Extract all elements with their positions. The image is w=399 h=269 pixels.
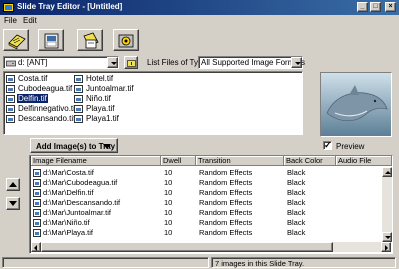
image-file-icon bbox=[74, 115, 83, 123]
menu-bar: File Edit bbox=[0, 15, 399, 26]
image-file-icon bbox=[74, 85, 83, 93]
column-header-filename[interactable]: Image Filename bbox=[31, 156, 161, 166]
image-file-icon bbox=[33, 189, 41, 197]
image-file-icon bbox=[74, 105, 83, 113]
close-button[interactable]: × bbox=[385, 2, 396, 12]
move-up-button[interactable] bbox=[6, 178, 20, 191]
dolphin-image bbox=[321, 73, 391, 136]
drive-select[interactable]: d: [ANT] bbox=[3, 56, 119, 69]
image-file-icon bbox=[74, 75, 83, 83]
image-file-icon bbox=[6, 95, 15, 103]
horizontal-scrollbar[interactable] bbox=[31, 242, 391, 252]
open-tray-button[interactable] bbox=[38, 29, 64, 51]
menu-file[interactable]: File bbox=[4, 16, 17, 25]
image-file-icon bbox=[33, 169, 41, 177]
scroll-up-button[interactable] bbox=[382, 167, 392, 177]
column-header-dwell[interactable]: Dwell bbox=[161, 156, 196, 166]
minimize-button[interactable]: _ bbox=[357, 2, 368, 12]
up-folder-button[interactable] bbox=[124, 56, 138, 69]
status-text: 7 images in this Slide Tray. bbox=[215, 259, 305, 268]
image-file-icon bbox=[74, 95, 83, 103]
vertical-scrollbar[interactable] bbox=[382, 167, 392, 242]
scroll-down-button[interactable] bbox=[382, 232, 392, 242]
drive-icon bbox=[6, 60, 16, 67]
image-file-icon bbox=[33, 229, 41, 237]
settings-icon bbox=[118, 34, 134, 48]
image-file-icon bbox=[6, 85, 15, 93]
open-tray-icon bbox=[44, 33, 59, 49]
move-down-button[interactable] bbox=[6, 197, 20, 210]
drive-dropdown-button[interactable] bbox=[107, 57, 118, 68]
add-images-button[interactable]: Add Image(s) to Tray bbox=[30, 138, 118, 153]
image-file-icon bbox=[33, 219, 41, 227]
image-file-icon bbox=[6, 105, 15, 113]
table-row[interactable]: d:\Mar\Cubodeagua.tif 10 Random Effects … bbox=[30, 178, 392, 188]
drive-value: d: [ANT] bbox=[18, 58, 48, 67]
table-row[interactable]: d:\Mar\Costa.tif 10 Random Effects Black bbox=[30, 168, 392, 178]
status-pane: 7 images in this Slide Tray. bbox=[211, 257, 396, 268]
image-file-icon bbox=[33, 199, 41, 207]
table-row[interactable]: d:\Mar\Niño.tif 10 Random Effects Black bbox=[30, 218, 392, 228]
scroll-thumb[interactable] bbox=[41, 242, 333, 252]
scroll-right-button[interactable] bbox=[381, 242, 391, 252]
image-file-icon bbox=[6, 115, 15, 123]
app-icon bbox=[3, 3, 14, 12]
save-tray-button[interactable] bbox=[77, 29, 103, 51]
new-tray-button[interactable] bbox=[3, 29, 29, 51]
table-row[interactable]: d:\Mar\Juntoalmar.tif 10 Random Effects … bbox=[30, 208, 392, 218]
scroll-left-button[interactable] bbox=[31, 242, 41, 252]
column-header-transition[interactable]: Transition bbox=[196, 156, 284, 166]
table-row[interactable]: d:\Mar\Delfin.tif 10 Random Effects Blac… bbox=[30, 188, 392, 198]
image-file-icon bbox=[33, 209, 41, 217]
column-header-audio-file[interactable]: Audio File bbox=[336, 156, 392, 166]
filetype-value: All Supported Image Formats bbox=[201, 58, 306, 67]
title-bar[interactable]: Slide Tray Editor - [Untitled] _ □ × bbox=[0, 0, 399, 15]
menu-edit[interactable]: Edit bbox=[23, 16, 37, 25]
filetype-dropdown-button[interactable] bbox=[291, 57, 302, 68]
preview-image bbox=[320, 72, 392, 137]
table-row[interactable]: d:\Mar\Descansando.tif 10 Random Effects… bbox=[30, 198, 392, 208]
preview-label: Preview bbox=[336, 142, 365, 151]
column-header-back-color[interactable]: Back Color bbox=[284, 156, 336, 166]
table-row[interactable]: d:\Mar\Playa.tif 10 Random Effects Black bbox=[30, 228, 392, 238]
maximize-button[interactable]: □ bbox=[370, 2, 381, 12]
image-file-icon bbox=[33, 179, 41, 187]
save-tray-icon bbox=[83, 32, 99, 49]
file-list[interactable]: Costa.tif Cubodeagua.tif Delfin.tif Delf… bbox=[3, 71, 303, 135]
settings-button[interactable] bbox=[113, 29, 139, 51]
image-file-icon bbox=[6, 75, 15, 83]
preview-checkbox[interactable] bbox=[323, 140, 332, 151]
filetype-select[interactable]: All Supported Image Formats bbox=[198, 56, 306, 69]
dropdown-arrow-icon bbox=[103, 144, 111, 149]
status-pane-empty bbox=[2, 257, 209, 268]
slide-tray-table[interactable]: Image Filename Dwell Transition Back Col… bbox=[29, 155, 393, 254]
new-tray-icon bbox=[8, 34, 26, 50]
folder-up-icon bbox=[127, 60, 136, 67]
window-title: Slide Tray Editor - [Untitled] bbox=[17, 2, 123, 11]
